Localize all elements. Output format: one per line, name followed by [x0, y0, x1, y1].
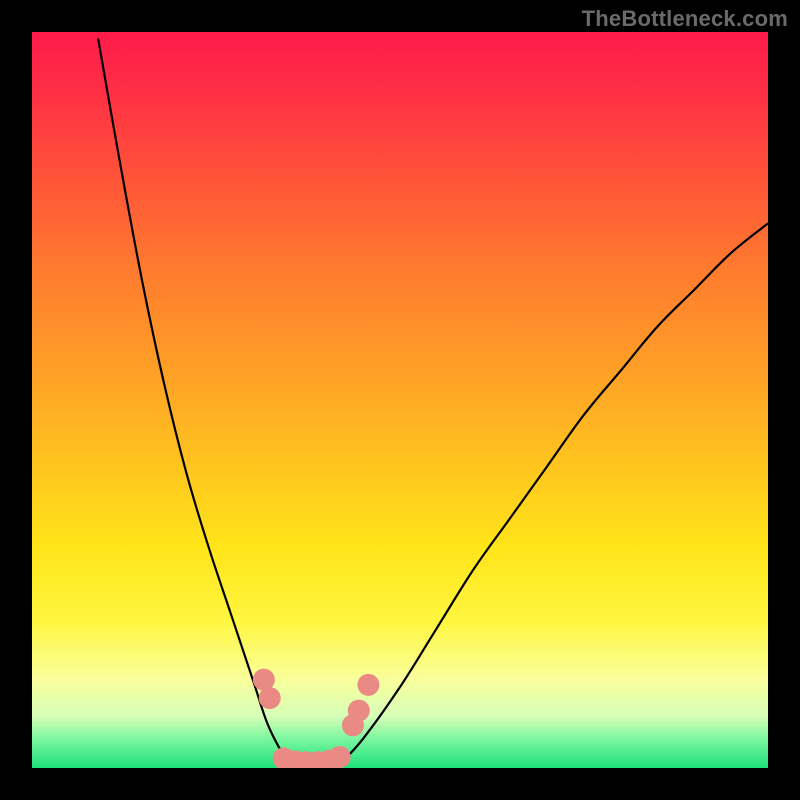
curve-right-branch — [341, 223, 768, 762]
bead-right-c — [357, 674, 379, 696]
plot-area — [32, 32, 768, 768]
bead-right-b — [348, 700, 370, 722]
curve-left-branch — [98, 39, 289, 764]
watermark-text: TheBottleneck.com — [582, 6, 788, 32]
bead-left-lower — [259, 687, 281, 709]
chart-frame: TheBottleneck.com — [0, 0, 800, 800]
bead-markers-group — [253, 669, 380, 768]
chart-overlay-svg — [32, 32, 768, 768]
bead-bottom-f — [329, 746, 351, 768]
curve-group — [98, 39, 768, 766]
